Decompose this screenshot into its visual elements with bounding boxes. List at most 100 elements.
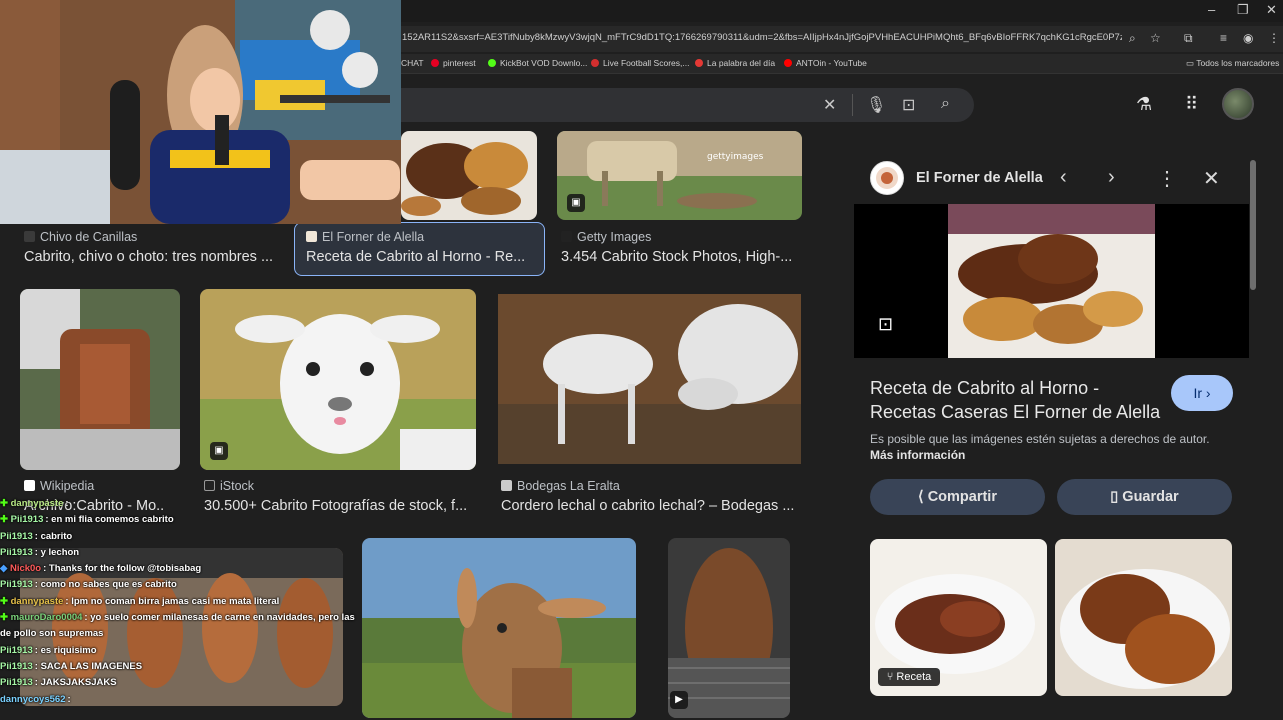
share-button[interactable]: ⟨ Compartir (870, 479, 1045, 515)
chat-username[interactable]: Pii1913 (0, 645, 33, 656)
visit-button[interactable]: Ir › (1171, 375, 1233, 411)
result-source-1[interactable]: El Forner de Alella (306, 230, 424, 244)
chevron-right-icon: › (1205, 385, 1211, 401)
close-panel-icon[interactable]: ✕ (1203, 166, 1220, 191)
result-image-grill[interactable]: ▶ (668, 538, 790, 718)
chat-badge-icon: ◆ (0, 563, 10, 575)
chat-username[interactable]: Nick0o (10, 563, 41, 574)
panel-hero-image[interactable] (948, 204, 1155, 358)
video-play-icon: ▶ (670, 691, 688, 709)
chat-message: ✚ dannypaste: (0, 496, 360, 512)
chat-badge-icon: ✚ (0, 612, 11, 624)
chat-message: ✚ mauroDaro0004: yo suelo comer milanesa… (0, 610, 360, 643)
apps-grid-icon[interactable]: ⠿ (1185, 94, 1198, 115)
chat-message: Pii1913: cabrito (0, 529, 360, 545)
account-avatar[interactable] (1222, 88, 1254, 120)
media-icon[interactable]: ≡ (1220, 31, 1227, 45)
folder-icon: ▭ (1186, 58, 1197, 68)
result-source-0[interactable]: Chivo de Canillas (24, 230, 137, 244)
result-source-2[interactable]: Getty Images (561, 230, 651, 244)
chat-separator: : (65, 498, 69, 509)
chat-text: SACA LAS IMAGENES (40, 660, 143, 672)
result-title-5[interactable]: Cordero lechal o cabrito lechal? – Bodeg… (501, 498, 801, 514)
share-icon: ⟨ (918, 489, 928, 505)
chat-username[interactable]: Pii1913 (11, 514, 44, 525)
result-title-0[interactable]: Cabrito, chivo o choto: tres nombres ... (24, 249, 282, 265)
chat-username[interactable]: dannypaste (11, 498, 64, 509)
chat-message: ✚ dannypaste: lpm no coman birra jamas c… (0, 594, 360, 610)
next-icon[interactable]: › (1108, 166, 1115, 189)
result-source-4[interactable]: iStock (204, 479, 254, 493)
maximize-icon[interactable]: ❐ (1237, 2, 1249, 18)
image-type-icon: ▣ (210, 442, 228, 460)
zoom-icon[interactable]: ⌕ (1129, 31, 1136, 46)
result-source-3[interactable]: Wikipedia (24, 479, 94, 493)
more-options-icon[interactable]: ⋮ (1157, 166, 1177, 191)
chat-username[interactable]: Pii1913 (0, 547, 33, 558)
football-icon (591, 59, 599, 67)
bookmark-icon: ▯ (1110, 489, 1123, 505)
result-image-lechal[interactable] (498, 294, 801, 464)
extensions-icon[interactable]: ⧉ (1184, 31, 1193, 46)
bookmarks-folder[interactable]: ▭ Todos los marcadores (1186, 58, 1279, 69)
favicon-icon (24, 231, 35, 242)
result-image-getty-goat[interactable]: gettyimages ▣ (557, 131, 802, 220)
bookmark-pinterest[interactable]: pinterest (431, 58, 476, 68)
close-window-icon[interactable]: ✕ (1266, 2, 1277, 18)
bookmark-livefootball[interactable]: Live Football Scores,... (591, 58, 689, 68)
copyright-note: Es posible que las imágenes estén sujeta… (870, 432, 1210, 462)
bookmark-star-icon[interactable]: ☆ (1150, 31, 1161, 45)
scrollbar-thumb[interactable] (1250, 160, 1256, 290)
chat-badge-icon: ✚ (0, 498, 11, 509)
lens-search-icon[interactable]: ⊡ (878, 314, 893, 335)
bookmark-chat[interactable]: CHAT (401, 58, 424, 68)
chat-message: Pii1913: y lechon (0, 545, 360, 561)
result-image-asado[interactable] (20, 289, 180, 470)
result-image-roast-cabrito[interactable] (401, 131, 537, 220)
panel-title[interactable]: Receta de Cabrito al Horno - Recetas Cas… (870, 376, 1170, 424)
chat-text: cabrito (40, 530, 73, 542)
result-title-2[interactable]: 3.454 Cabrito Stock Photos, High-... (561, 249, 803, 265)
more-info-link[interactable]: Más información (870, 448, 965, 462)
chat-username[interactable]: Pii1913 (0, 531, 33, 542)
result-title-1[interactable]: Receta de Cabrito al Horno - Re... (306, 249, 534, 265)
bookmark-kickbot[interactable]: KickBot VOD Downlo... (488, 58, 587, 68)
url-text[interactable]: 152AR11S2&sxsrf=AE3TifNuby8kMzwyV3wjqN_m… (402, 32, 1122, 43)
chat-username[interactable]: Pii1913 (0, 579, 33, 590)
istock-icon (204, 480, 215, 491)
lens-icon[interactable]: ⊡ (902, 95, 915, 115)
clear-icon[interactable]: ✕ (823, 95, 836, 115)
minimize-icon[interactable]: – (1208, 2, 1215, 17)
bookmark-youtube[interactable]: ANTOin - YouTube (784, 58, 867, 68)
kick-icon (488, 59, 496, 67)
result-image-white-kid-goat[interactable]: ▣ (200, 289, 476, 470)
screen: – ❐ ✕ 152AR11S2&sxsrf=AE3TifNuby8kMzwyV3… (0, 0, 1283, 720)
chat-username[interactable]: Pii1913 (0, 677, 33, 688)
profile-icon[interactable]: ◉ (1243, 31, 1253, 45)
chat-text: como no sabes que es cabrito (40, 579, 177, 591)
panel-site-name[interactable]: El Forner de Alella (916, 170, 1043, 186)
bookmark-palabra[interactable]: La palabra del día (695, 58, 775, 68)
chat-username[interactable]: mauroDaro0004 (11, 612, 83, 623)
related-image-recipe[interactable]: ⑂ Receta (870, 539, 1047, 696)
chat-username[interactable]: Pii1913 (0, 661, 33, 672)
labs-flask-icon[interactable]: ⚗ (1136, 94, 1152, 115)
previous-icon[interactable]: ‹ (1060, 166, 1067, 189)
search-icon[interactable]: ⌕ (941, 95, 950, 113)
menu-icon[interactable]: ⋮ (1268, 31, 1280, 45)
chat-username[interactable]: dannypaste (11, 596, 64, 607)
chat-username[interactable]: dannycoys562 (0, 694, 65, 705)
chat-text: en mi flia comemos cabrito (51, 514, 174, 526)
microphone-icon[interactable]: 🎙 (866, 95, 886, 115)
result-image-brown-goat[interactable] (362, 538, 636, 718)
site-logo (870, 161, 904, 195)
save-button[interactable]: ▯ Guardar (1057, 479, 1232, 515)
chat-text: Thanks for the follow @tobisabag (48, 563, 202, 575)
favicon-icon (306, 231, 317, 242)
result-source-5[interactable]: Bodegas La Eralta (501, 479, 620, 493)
chat-message: Pii1913: JAKSJAKSJAKS (0, 675, 360, 691)
chat-message: Pii1913: como no sabes que es cabrito (0, 577, 360, 593)
related-image-roast[interactable] (1055, 539, 1232, 696)
chat-message: Pii1913: es riquisimo (0, 643, 360, 659)
chat-text: es riquisimo (40, 644, 97, 656)
